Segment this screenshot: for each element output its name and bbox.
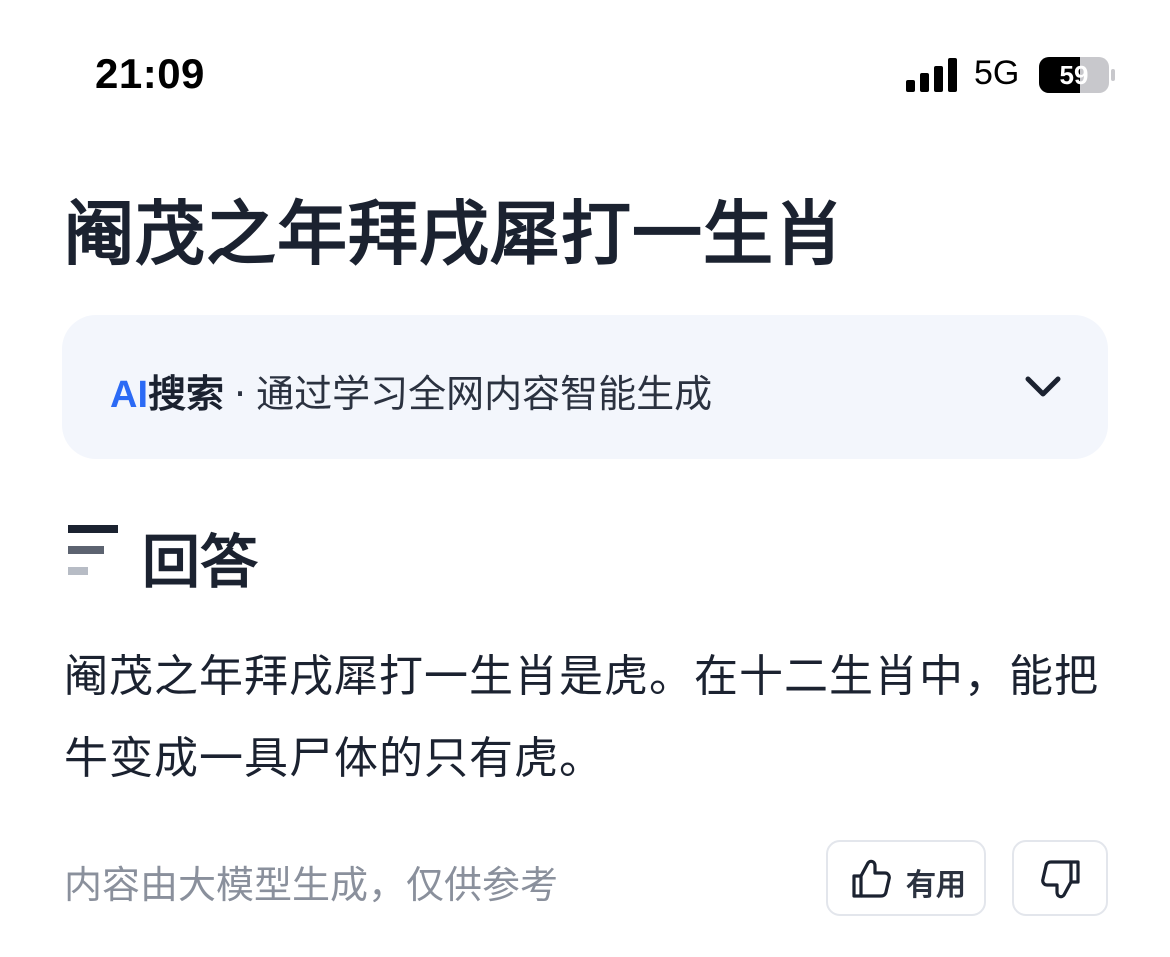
answer-title: 回答 (142, 528, 259, 596)
thumb-up-icon (852, 859, 891, 898)
status-time: 21:09 (95, 50, 205, 97)
useful-label: 有用 (906, 868, 966, 903)
ai-search-banner[interactable]: AI搜索 · 通过学习全网内容智能生成 (62, 315, 1108, 459)
answer-body: 阉茂之年拜戌犀打一生肖是虎。在十二生肖中，能把牛变成一具尸体的只有虎。 (64, 651, 1099, 784)
signal-icon (906, 58, 957, 92)
ai-label: AI (110, 374, 148, 416)
search-label: 搜索 (148, 372, 225, 416)
ai-banner-text: AI搜索 · 通过学习全网内容智能生成 (110, 363, 712, 418)
page-title: 阉茂之年拜戌犀打一生肖 (64, 193, 845, 275)
ai-description: 通过学习全网内容智能生成 (256, 372, 713, 416)
answer-lines-icon (68, 525, 118, 575)
battery-icon: 59 (1039, 57, 1115, 93)
dislike-button[interactable] (1012, 840, 1108, 916)
disclaimer-text: 内容由大模型生成，仅供参考 (64, 863, 559, 907)
thumb-down-icon (1041, 860, 1080, 899)
chevron-down-icon[interactable] (1024, 373, 1062, 401)
network-label: 5G (974, 54, 1020, 92)
separator-dot: · (234, 372, 247, 416)
battery-level: 59 (1060, 60, 1089, 90)
status-bar: 21:09 5G 59 (0, 0, 1170, 150)
useful-button[interactable]: 有用 (826, 840, 986, 916)
